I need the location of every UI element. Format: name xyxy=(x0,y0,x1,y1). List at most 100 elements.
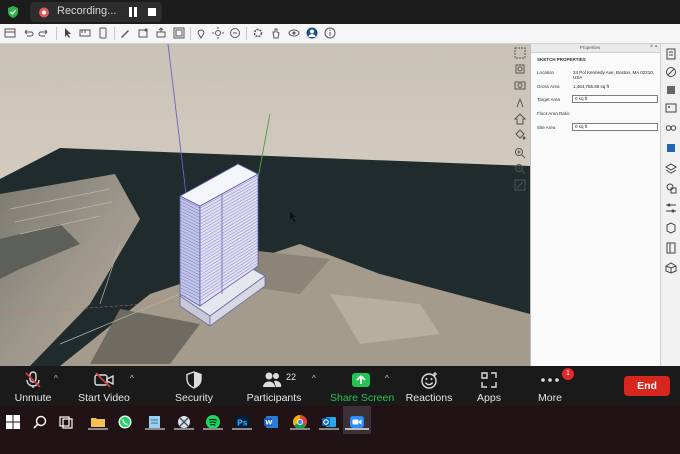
section-title: SKETCH PROPERTIES xyxy=(537,57,586,62)
3d-viewport[interactable] xyxy=(0,44,530,366)
security-button[interactable]: Security xyxy=(170,366,218,406)
video-off-icon xyxy=(94,372,114,388)
tray-component-icon[interactable] xyxy=(665,222,677,234)
paint-icon[interactable] xyxy=(97,27,109,39)
running-indicator xyxy=(88,428,108,430)
tray-entity-icon[interactable] xyxy=(665,142,677,154)
pushpull-icon[interactable] xyxy=(155,27,167,39)
apps-label: Apps xyxy=(477,392,501,404)
smiley-icon xyxy=(421,372,437,389)
redo-icon[interactable] xyxy=(38,27,50,39)
tray-edit-icon[interactable] xyxy=(665,66,677,78)
undo-icon[interactable] xyxy=(22,27,34,39)
tray-book-icon[interactable] xyxy=(665,242,677,254)
svg-text:W: W xyxy=(265,419,272,427)
microphone-muted-icon xyxy=(25,371,41,388)
zoom-extents-icon[interactable] xyxy=(229,27,241,39)
recording-indicator[interactable]: Recording... xyxy=(30,2,162,22)
participants-count: 22 xyxy=(286,372,297,382)
word-icon[interactable]: W xyxy=(263,414,279,430)
running-indicator xyxy=(290,428,310,430)
tape-icon[interactable] xyxy=(79,27,91,39)
paint-bucket-icon[interactable] xyxy=(514,129,526,141)
walk-icon[interactable] xyxy=(514,97,526,109)
target-area-label: Target Area xyxy=(537,97,561,102)
chevron-up-icon[interactable]: ^ xyxy=(312,374,316,383)
zoom-out-icon[interactable] xyxy=(514,163,526,175)
info-icon[interactable] xyxy=(324,27,336,39)
settings-icon[interactable] xyxy=(252,27,264,39)
site-area-input[interactable]: 0 sq ft xyxy=(572,123,658,131)
location-pin-icon[interactable] xyxy=(195,27,207,39)
participants-label: Participants xyxy=(246,392,302,404)
tray-sliders-icon[interactable] xyxy=(665,202,677,214)
apps-button[interactable]: Apps xyxy=(470,366,508,406)
pause-icon[interactable] xyxy=(128,7,138,17)
tray-materials-icon[interactable] xyxy=(665,84,677,96)
tray-box-icon[interactable] xyxy=(665,262,677,274)
properties-panel: Properties × ▪ SKETCH PROPERTIES Locatio… xyxy=(530,44,660,366)
target-area-input[interactable]: 0 sq ft xyxy=(572,95,658,103)
chevron-up-icon[interactable]: ^ xyxy=(54,374,58,383)
orbit-icon[interactable] xyxy=(288,27,300,39)
pencil-icon[interactable] xyxy=(119,27,131,39)
share-screen-label: Share Screen xyxy=(330,392,395,404)
start-video-label: Start Video xyxy=(78,392,130,404)
stop-icon[interactable] xyxy=(148,8,156,16)
toolbar-divider xyxy=(56,27,57,40)
participants-button[interactable]: 22 Participants xyxy=(244,366,304,406)
running-indicator xyxy=(203,428,223,430)
search-icon[interactable] xyxy=(32,414,48,430)
zoom-extents-icon[interactable] xyxy=(514,63,526,75)
zoom-in-icon[interactable] xyxy=(514,147,526,159)
file-icon[interactable] xyxy=(4,27,16,39)
close-icon[interactable]: × ▪ xyxy=(650,44,657,50)
reactions-button[interactable]: Reactions xyxy=(404,366,454,406)
apps-icon xyxy=(481,372,497,388)
task-view-icon[interactable] xyxy=(58,414,74,430)
shape-icon[interactable] xyxy=(137,27,149,39)
participants-icon xyxy=(263,372,282,387)
end-button[interactable]: End xyxy=(624,376,670,396)
more-dots-icon xyxy=(541,378,559,382)
shield-check-icon xyxy=(8,6,18,18)
start-video-button[interactable]: Start Video xyxy=(74,366,134,406)
chevron-up-icon[interactable]: ^ xyxy=(385,374,389,383)
user-avatar-icon[interactable] xyxy=(306,27,318,39)
windows-taskbar: Ps W xyxy=(0,406,680,454)
running-indicator xyxy=(319,428,339,430)
tray-display-icon[interactable] xyxy=(665,122,677,134)
tray-styles-icon[interactable] xyxy=(665,182,677,194)
sun-icon[interactable] xyxy=(212,27,224,39)
recording-label: Recording... xyxy=(57,5,117,17)
properties-title: Properties xyxy=(579,45,601,50)
view-tools xyxy=(510,44,530,194)
select-icon[interactable] xyxy=(62,27,74,39)
location-value: 24 Pol Kennedy Ave, Boston, MA 02210, US… xyxy=(573,70,654,80)
site-area-label: Site Area xyxy=(537,125,556,130)
house-icon[interactable] xyxy=(514,113,526,125)
gross-area-value: 1,464,755.68 sq ft xyxy=(573,84,610,89)
zoom-window-icon[interactable] xyxy=(514,47,526,59)
running-indicator xyxy=(232,428,252,430)
chevron-up-icon[interactable]: ^ xyxy=(130,374,134,383)
hand-icon[interactable] xyxy=(270,27,282,39)
right-tray xyxy=(660,44,680,366)
share-screen-button[interactable]: Share Screen xyxy=(330,366,395,406)
windows-start-icon[interactable] xyxy=(5,414,21,430)
reactions-label: Reactions xyxy=(405,392,453,404)
tray-layers-icon[interactable] xyxy=(665,162,677,174)
running-indicator xyxy=(174,428,194,430)
location-label: Location xyxy=(537,70,555,75)
whatsapp-icon[interactable] xyxy=(117,414,133,430)
shield-icon xyxy=(186,371,202,389)
zoom-controls: Unmute ^ Start Video ^ Security 22 Parti… xyxy=(0,366,680,406)
more-badge: 1 xyxy=(562,368,574,380)
tray-scenes-icon[interactable] xyxy=(665,102,677,114)
offset-icon[interactable] xyxy=(173,27,185,39)
camera-icon[interactable] xyxy=(514,79,526,91)
tray-pages-icon[interactable] xyxy=(665,48,677,60)
svg-text:Ps: Ps xyxy=(237,419,248,428)
position-camera-icon[interactable] xyxy=(514,179,526,191)
unmute-button[interactable]: Unmute xyxy=(8,366,58,406)
